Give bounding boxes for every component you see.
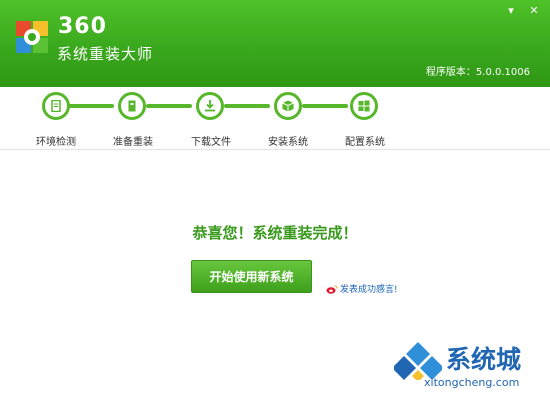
document-icon [51, 100, 61, 112]
watermark: 系统城 xitongcheng.com [394, 340, 544, 395]
start-new-system-button[interactable]: 开始使用新系统 [191, 260, 312, 293]
step-label-environment: 环境检测 [36, 137, 76, 148]
step-circle-configure [350, 92, 378, 120]
brand-number: 360 [58, 14, 107, 39]
brand-name: 系统重装大师 [57, 45, 154, 63]
step-label-configure: 配置系统 [345, 137, 385, 148]
step-circle-download [196, 92, 224, 120]
diamond-logo-icon [394, 342, 442, 380]
close-icon[interactable]: ✕ [526, 4, 542, 18]
feedback-link-text: 发表成功感言! [340, 285, 398, 295]
feedback-link[interactable]: 发表成功感言! [326, 282, 398, 295]
step-label-install: 安装系统 [268, 137, 308, 148]
step-connector [146, 104, 192, 108]
main-panel: 恭喜您！系统重装完成！ 开始使用新系统 发表成功感言! 系统城 xitongch… [0, 150, 550, 403]
step-connector [224, 104, 270, 108]
step-connector [302, 104, 348, 108]
download-icon [205, 100, 215, 112]
clipboard-icon [128, 100, 136, 112]
step-label-prepare: 准备重装 [113, 137, 153, 148]
package-icon [282, 100, 294, 112]
watermark-text: 系统城 [446, 345, 522, 374]
logo-icon [16, 21, 48, 53]
weibo-icon [326, 285, 338, 294]
windows-icon [358, 100, 370, 112]
version-label: 程序版本：5.0.0.1006 [425, 67, 530, 78]
title-bar: 360 系统重装大师 ▾ ✕ 程序版本：5.0.0.1006 [0, 0, 550, 87]
step-circle-prepare [118, 92, 146, 120]
step-label-download: 下载文件 [191, 137, 231, 148]
step-circle-install [274, 92, 302, 120]
completion-message: 恭喜您！系统重装完成！ [192, 224, 358, 242]
step-circle-environment [42, 92, 70, 120]
minimize-icon[interactable]: ▾ [503, 4, 519, 18]
step-connector [68, 104, 114, 108]
progress-steps: 环境检测 准备重装 下载文件 安装系统 配置系统 [0, 87, 550, 150]
watermark-url: xitongcheng.com [424, 376, 520, 389]
